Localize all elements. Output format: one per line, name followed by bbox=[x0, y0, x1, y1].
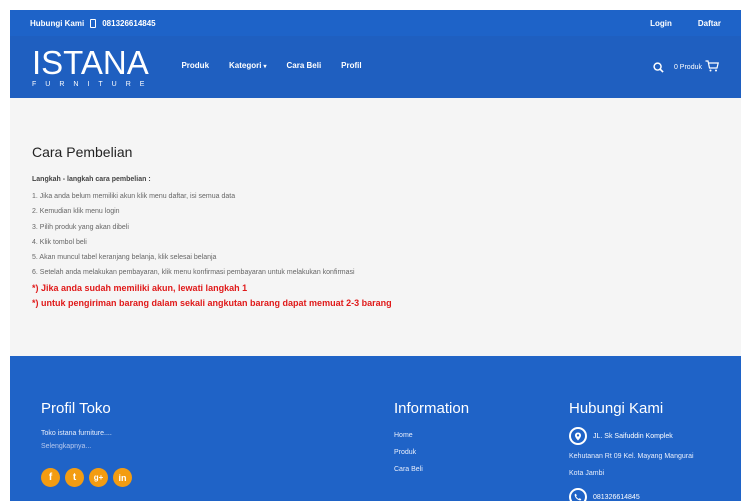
logo-subtitle: FURNITURE bbox=[32, 81, 154, 88]
account-links: Login Daftar bbox=[650, 19, 721, 28]
login-link[interactable]: Login bbox=[650, 19, 672, 28]
footer-info-title: Information bbox=[394, 400, 470, 417]
search-icon[interactable] bbox=[653, 61, 664, 73]
footer-phone-number: 081326614845 bbox=[593, 493, 640, 501]
nav-right: 0 Produk bbox=[653, 60, 719, 74]
phone-icon bbox=[569, 488, 587, 501]
footer-link-home[interactable]: Home bbox=[394, 427, 544, 444]
list-item: 6. Setelah anda melakukan pembayaran, kl… bbox=[32, 269, 355, 277]
nav-menu: Produk Kategori ▾ Cara Beli Profil bbox=[181, 61, 361, 70]
phone-icon bbox=[90, 18, 97, 28]
logo-title: ISTANA bbox=[32, 44, 149, 81]
facebook-icon[interactable]: f bbox=[41, 468, 60, 487]
cart-button[interactable]: 0 Produk bbox=[674, 60, 719, 74]
list-item: 4. Klik tombol beli bbox=[32, 238, 87, 246]
location-pin-icon bbox=[569, 427, 587, 445]
register-link[interactable]: Daftar bbox=[698, 19, 721, 28]
page-title: Cara Pembelian bbox=[32, 144, 133, 160]
phone-row: 081326614845 bbox=[569, 488, 739, 501]
footer-profil: Profil Toko Toko istana furniture.... Se… bbox=[41, 400, 291, 487]
list-item: 5. Akan muncul tabel keranjang belanja, … bbox=[32, 254, 217, 262]
nav-item-kategori[interactable]: Kategori ▾ bbox=[229, 61, 266, 70]
list-item: 2. Kemudian klik menu login bbox=[32, 208, 120, 216]
top-contact: Hubungi Kami 081326614845 bbox=[30, 18, 156, 28]
nav-item-cara-beli[interactable]: Cara Beli bbox=[286, 61, 321, 70]
google-plus-icon[interactable]: g+ bbox=[89, 468, 108, 487]
footer: Profil Toko Toko istana furniture.... Se… bbox=[10, 356, 741, 501]
linkedin-icon[interactable]: in bbox=[113, 468, 132, 487]
steps-list: 1. Jika anda belum memiliki akun klik me… bbox=[32, 189, 719, 281]
note-shipping: *) untuk pengiriman barang dalam sekali … bbox=[32, 297, 392, 308]
footer-link-cara-beli[interactable]: Cara Beli bbox=[394, 461, 544, 478]
list-item: 3. Pilih produk yang akan dibeli bbox=[32, 223, 129, 231]
social-icons: f t g+ in bbox=[41, 468, 291, 487]
footer-information: Information Home Produk Cara Beli bbox=[394, 400, 544, 478]
logo[interactable]: ISTANA FURNITURE bbox=[32, 46, 153, 88]
nav-item-kategori-label: Kategori bbox=[229, 60, 262, 70]
nav-item-profil[interactable]: Profil bbox=[341, 61, 361, 70]
address-line-2: Kehutanan Rt 09 Kel. Mayang Mangurai bbox=[569, 453, 694, 460]
note-account: *) Jika anda sudah memiliki akun, lewati… bbox=[32, 282, 248, 293]
steps-heading: Langkah - langkah cara pembelian : bbox=[32, 176, 151, 183]
list-item: 1. Jika anda belum memiliki akun klik me… bbox=[32, 193, 236, 200]
twitter-icon[interactable]: t bbox=[65, 468, 84, 487]
footer-profil-title: Profil Toko bbox=[41, 400, 111, 417]
page-frame: Hubungi Kami 081326614845 Login Daftar I… bbox=[10, 10, 741, 501]
address-line-3: Kota Jambi bbox=[569, 470, 605, 477]
top-bar: Hubungi Kami 081326614845 Login Daftar bbox=[10, 10, 741, 36]
footer-link-produk[interactable]: Produk bbox=[394, 444, 544, 461]
nav-item-produk[interactable]: Produk bbox=[181, 61, 209, 70]
address-row: JL. Sk Saifuddin Komplek bbox=[569, 427, 739, 445]
main-navbar: ISTANA FURNITURE Produk Kategori ▾ Cara B… bbox=[10, 36, 741, 98]
footer-hubungi: Hubungi Kami JL. Sk Saifuddin Komplek Ke… bbox=[569, 400, 739, 501]
address-line-1: JL. Sk Saifuddin Komplek bbox=[593, 432, 673, 440]
chevron-down-icon: ▾ bbox=[263, 63, 267, 70]
footer-hubungi-title: Hubungi Kami bbox=[569, 400, 664, 417]
main-content: Cara Pembelian Langkah - langkah cara pe… bbox=[10, 98, 741, 353]
footer-profil-text: Toko istana furniture.... bbox=[41, 430, 112, 437]
contact-label: Hubungi Kami bbox=[30, 18, 85, 28]
top-phone-number: 081326614845 bbox=[102, 18, 156, 28]
cart-count: 0 Produk bbox=[673, 63, 702, 71]
read-more-link[interactable]: Selengkapnya... bbox=[41, 440, 291, 453]
cart-icon bbox=[705, 60, 719, 74]
